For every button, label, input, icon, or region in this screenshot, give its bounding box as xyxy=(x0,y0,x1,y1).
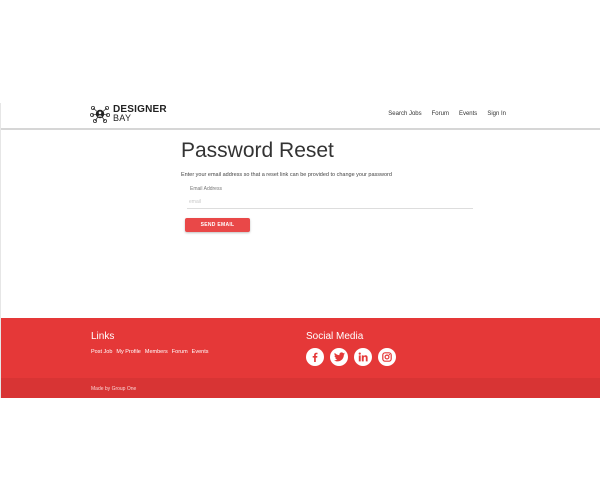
footer-links: Post Job My Profile Members Forum Events xyxy=(91,349,209,355)
nav-sign-in[interactable]: Sign In xyxy=(487,111,506,117)
logo-line-2: BAY xyxy=(113,113,132,123)
network-person-icon xyxy=(90,106,110,123)
instagram-icon[interactable] xyxy=(378,348,396,366)
site-header: DESIGNER BAY Search Jobs Forum Events Si… xyxy=(1,103,600,130)
email-field[interactable] xyxy=(187,195,473,209)
twitter-icon[interactable] xyxy=(330,348,348,366)
footer-links-title: Links xyxy=(91,331,115,342)
footer-link-members[interactable]: Members xyxy=(145,349,168,355)
linkedin-glyph xyxy=(358,352,368,362)
footer-link-forum[interactable]: Forum xyxy=(172,349,188,355)
footer-link-events[interactable]: Events xyxy=(192,349,209,355)
app-frame: DESIGNER BAY Search Jobs Forum Events Si… xyxy=(0,103,600,398)
send-email-button[interactable]: SEND EMAIL xyxy=(185,218,250,232)
page: DESIGNER BAY Search Jobs Forum Events Si… xyxy=(0,0,600,500)
footer-link-my-profile[interactable]: My Profile xyxy=(116,349,140,355)
footer-social-title: Social Media xyxy=(306,331,364,342)
twitter-glyph xyxy=(333,352,345,362)
nav-search-jobs[interactable]: Search Jobs xyxy=(388,111,421,117)
reset-description: Enter your email address so that a reset… xyxy=(181,172,392,178)
nav-forum[interactable]: Forum xyxy=(432,111,449,117)
footer-link-post-job[interactable]: Post Job xyxy=(91,349,112,355)
main-nav: Search Jobs Forum Events Sign In xyxy=(388,111,506,117)
facebook-glyph xyxy=(312,352,318,362)
instagram-glyph xyxy=(382,352,392,362)
logo-text: DESIGNER BAY xyxy=(113,105,167,123)
site-footer: Links Post Job My Profile Members Forum … xyxy=(1,318,600,398)
social-icons xyxy=(306,348,396,366)
facebook-icon[interactable] xyxy=(306,348,324,366)
linkedin-icon[interactable] xyxy=(354,348,372,366)
page-title: Password Reset xyxy=(181,139,334,162)
email-label: Email Address xyxy=(190,186,222,192)
logo[interactable]: DESIGNER BAY xyxy=(90,103,167,125)
nav-events[interactable]: Events xyxy=(459,111,477,117)
footer-credit: Made by Group One xyxy=(91,386,137,392)
